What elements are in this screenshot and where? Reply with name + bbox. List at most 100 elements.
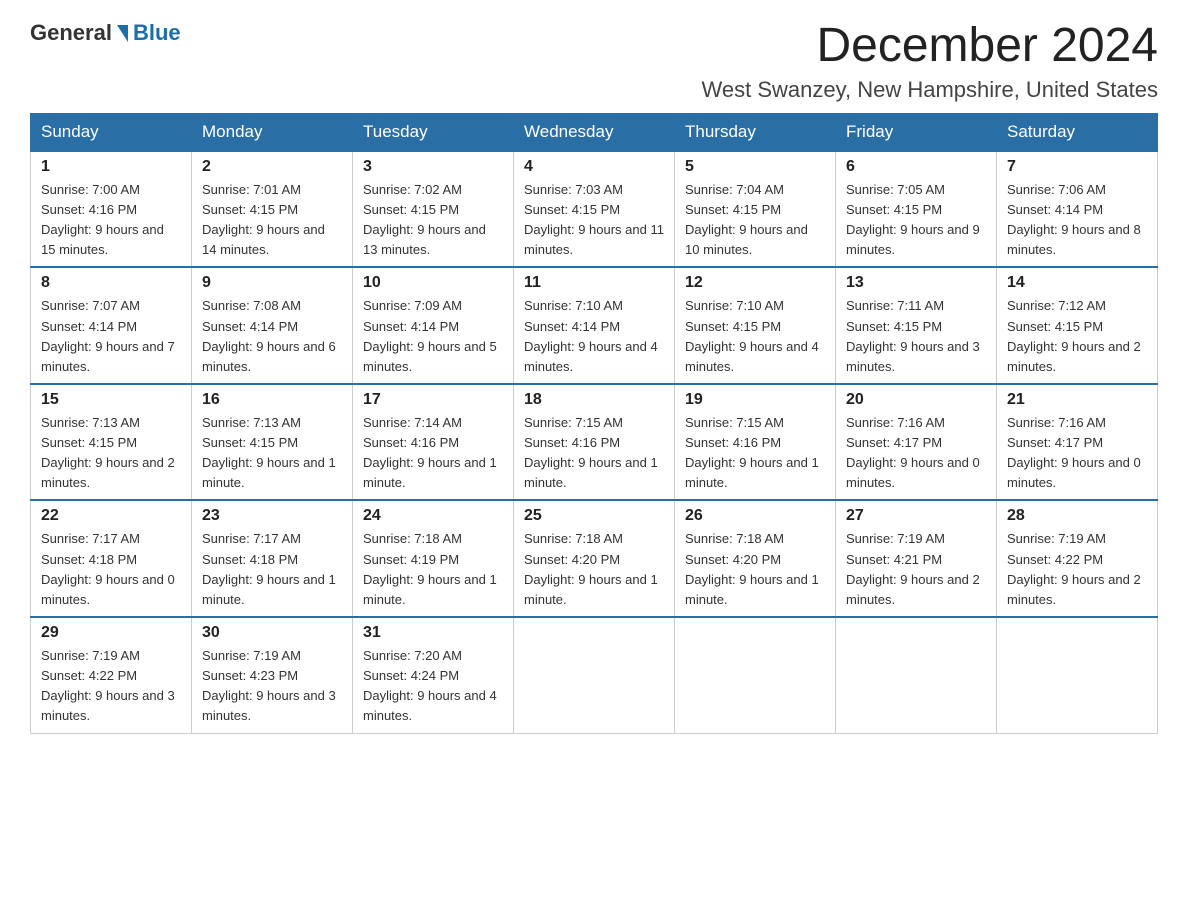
day-info: Sunrise: 7:16 AMSunset: 4:17 PMDaylight:…	[1007, 415, 1141, 490]
day-info: Sunrise: 7:01 AMSunset: 4:15 PMDaylight:…	[202, 182, 325, 257]
calendar-cell: 22 Sunrise: 7:17 AMSunset: 4:18 PMDaylig…	[31, 500, 192, 617]
calendar-cell: 10 Sunrise: 7:09 AMSunset: 4:14 PMDaylig…	[353, 267, 514, 384]
day-info: Sunrise: 7:18 AMSunset: 4:20 PMDaylight:…	[685, 531, 819, 606]
day-number: 12	[685, 274, 825, 292]
calendar-cell: 30 Sunrise: 7:19 AMSunset: 4:23 PMDaylig…	[192, 617, 353, 733]
day-info: Sunrise: 7:19 AMSunset: 4:22 PMDaylight:…	[41, 648, 175, 723]
day-info: Sunrise: 7:13 AMSunset: 4:15 PMDaylight:…	[41, 415, 175, 490]
day-number: 18	[524, 391, 664, 409]
day-info: Sunrise: 7:11 AMSunset: 4:15 PMDaylight:…	[846, 298, 980, 373]
calendar-cell: 2 Sunrise: 7:01 AMSunset: 4:15 PMDayligh…	[192, 151, 353, 268]
calendar-cell: 13 Sunrise: 7:11 AMSunset: 4:15 PMDaylig…	[836, 267, 997, 384]
day-info: Sunrise: 7:08 AMSunset: 4:14 PMDaylight:…	[202, 298, 336, 373]
calendar-week-row-4: 22 Sunrise: 7:17 AMSunset: 4:18 PMDaylig…	[31, 500, 1158, 617]
day-number: 21	[1007, 391, 1147, 409]
day-info: Sunrise: 7:14 AMSunset: 4:16 PMDaylight:…	[363, 415, 497, 490]
day-info: Sunrise: 7:17 AMSunset: 4:18 PMDaylight:…	[202, 531, 336, 606]
logo-text-general: General	[30, 20, 112, 46]
calendar-cell: 23 Sunrise: 7:17 AMSunset: 4:18 PMDaylig…	[192, 500, 353, 617]
day-number: 4	[524, 158, 664, 176]
title-block: December 2024 West Swanzey, New Hampshir…	[702, 20, 1158, 103]
day-info: Sunrise: 7:20 AMSunset: 4:24 PMDaylight:…	[363, 648, 497, 723]
calendar-cell: 15 Sunrise: 7:13 AMSunset: 4:15 PMDaylig…	[31, 384, 192, 501]
calendar-cell	[675, 617, 836, 733]
col-monday: Monday	[192, 113, 353, 151]
day-number: 29	[41, 624, 181, 642]
day-number: 3	[363, 158, 503, 176]
day-number: 7	[1007, 158, 1147, 176]
calendar-week-row-5: 29 Sunrise: 7:19 AMSunset: 4:22 PMDaylig…	[31, 617, 1158, 733]
calendar-cell: 27 Sunrise: 7:19 AMSunset: 4:21 PMDaylig…	[836, 500, 997, 617]
calendar-header-row: Sunday Monday Tuesday Wednesday Thursday…	[31, 113, 1158, 151]
calendar-cell: 21 Sunrise: 7:16 AMSunset: 4:17 PMDaylig…	[997, 384, 1158, 501]
day-number: 27	[846, 507, 986, 525]
col-thursday: Thursday	[675, 113, 836, 151]
day-number: 14	[1007, 274, 1147, 292]
col-saturday: Saturday	[997, 113, 1158, 151]
day-number: 24	[363, 507, 503, 525]
day-number: 22	[41, 507, 181, 525]
calendar-cell: 14 Sunrise: 7:12 AMSunset: 4:15 PMDaylig…	[997, 267, 1158, 384]
calendar-cell: 20 Sunrise: 7:16 AMSunset: 4:17 PMDaylig…	[836, 384, 997, 501]
month-year-title: December 2024	[702, 20, 1158, 73]
col-tuesday: Tuesday	[353, 113, 514, 151]
day-info: Sunrise: 7:15 AMSunset: 4:16 PMDaylight:…	[524, 415, 658, 490]
day-number: 19	[685, 391, 825, 409]
day-number: 5	[685, 158, 825, 176]
calendar-table: Sunday Monday Tuesday Wednesday Thursday…	[30, 113, 1158, 734]
day-info: Sunrise: 7:02 AMSunset: 4:15 PMDaylight:…	[363, 182, 486, 257]
calendar-week-row-3: 15 Sunrise: 7:13 AMSunset: 4:15 PMDaylig…	[31, 384, 1158, 501]
day-number: 17	[363, 391, 503, 409]
calendar-cell: 28 Sunrise: 7:19 AMSunset: 4:22 PMDaylig…	[997, 500, 1158, 617]
col-wednesday: Wednesday	[514, 113, 675, 151]
day-number: 13	[846, 274, 986, 292]
day-number: 15	[41, 391, 181, 409]
day-info: Sunrise: 7:18 AMSunset: 4:19 PMDaylight:…	[363, 531, 497, 606]
calendar-cell: 5 Sunrise: 7:04 AMSunset: 4:15 PMDayligh…	[675, 151, 836, 268]
calendar-cell: 7 Sunrise: 7:06 AMSunset: 4:14 PMDayligh…	[997, 151, 1158, 268]
page-header: General Blue December 2024 West Swanzey,…	[30, 20, 1158, 103]
location-subtitle: West Swanzey, New Hampshire, United Stat…	[702, 77, 1158, 103]
calendar-week-row-1: 1 Sunrise: 7:00 AMSunset: 4:16 PMDayligh…	[31, 151, 1158, 268]
day-info: Sunrise: 7:19 AMSunset: 4:23 PMDaylight:…	[202, 648, 336, 723]
day-info: Sunrise: 7:12 AMSunset: 4:15 PMDaylight:…	[1007, 298, 1141, 373]
day-info: Sunrise: 7:19 AMSunset: 4:22 PMDaylight:…	[1007, 531, 1141, 606]
day-info: Sunrise: 7:17 AMSunset: 4:18 PMDaylight:…	[41, 531, 175, 606]
day-number: 11	[524, 274, 664, 292]
calendar-cell: 9 Sunrise: 7:08 AMSunset: 4:14 PMDayligh…	[192, 267, 353, 384]
day-number: 2	[202, 158, 342, 176]
day-info: Sunrise: 7:07 AMSunset: 4:14 PMDaylight:…	[41, 298, 175, 373]
day-number: 31	[363, 624, 503, 642]
calendar-cell: 4 Sunrise: 7:03 AMSunset: 4:15 PMDayligh…	[514, 151, 675, 268]
day-info: Sunrise: 7:09 AMSunset: 4:14 PMDaylight:…	[363, 298, 497, 373]
calendar-cell: 6 Sunrise: 7:05 AMSunset: 4:15 PMDayligh…	[836, 151, 997, 268]
day-info: Sunrise: 7:13 AMSunset: 4:15 PMDaylight:…	[202, 415, 336, 490]
calendar-cell	[514, 617, 675, 733]
col-friday: Friday	[836, 113, 997, 151]
day-info: Sunrise: 7:19 AMSunset: 4:21 PMDaylight:…	[846, 531, 980, 606]
day-info: Sunrise: 7:18 AMSunset: 4:20 PMDaylight:…	[524, 531, 658, 606]
calendar-cell: 16 Sunrise: 7:13 AMSunset: 4:15 PMDaylig…	[192, 384, 353, 501]
calendar-cell: 26 Sunrise: 7:18 AMSunset: 4:20 PMDaylig…	[675, 500, 836, 617]
col-sunday: Sunday	[31, 113, 192, 151]
calendar-cell: 12 Sunrise: 7:10 AMSunset: 4:15 PMDaylig…	[675, 267, 836, 384]
calendar-cell: 3 Sunrise: 7:02 AMSunset: 4:15 PMDayligh…	[353, 151, 514, 268]
day-info: Sunrise: 7:10 AMSunset: 4:14 PMDaylight:…	[524, 298, 658, 373]
day-number: 20	[846, 391, 986, 409]
day-info: Sunrise: 7:00 AMSunset: 4:16 PMDaylight:…	[41, 182, 164, 257]
day-number: 23	[202, 507, 342, 525]
logo-triangle-icon	[117, 25, 128, 42]
day-number: 25	[524, 507, 664, 525]
logo-text-blue: Blue	[133, 20, 181, 46]
day-info: Sunrise: 7:04 AMSunset: 4:15 PMDaylight:…	[685, 182, 808, 257]
day-info: Sunrise: 7:15 AMSunset: 4:16 PMDaylight:…	[685, 415, 819, 490]
day-info: Sunrise: 7:03 AMSunset: 4:15 PMDaylight:…	[524, 182, 664, 257]
day-number: 9	[202, 274, 342, 292]
day-info: Sunrise: 7:16 AMSunset: 4:17 PMDaylight:…	[846, 415, 980, 490]
day-number: 16	[202, 391, 342, 409]
calendar-cell	[836, 617, 997, 733]
calendar-cell: 1 Sunrise: 7:00 AMSunset: 4:16 PMDayligh…	[31, 151, 192, 268]
day-number: 10	[363, 274, 503, 292]
calendar-cell: 11 Sunrise: 7:10 AMSunset: 4:14 PMDaylig…	[514, 267, 675, 384]
day-number: 6	[846, 158, 986, 176]
